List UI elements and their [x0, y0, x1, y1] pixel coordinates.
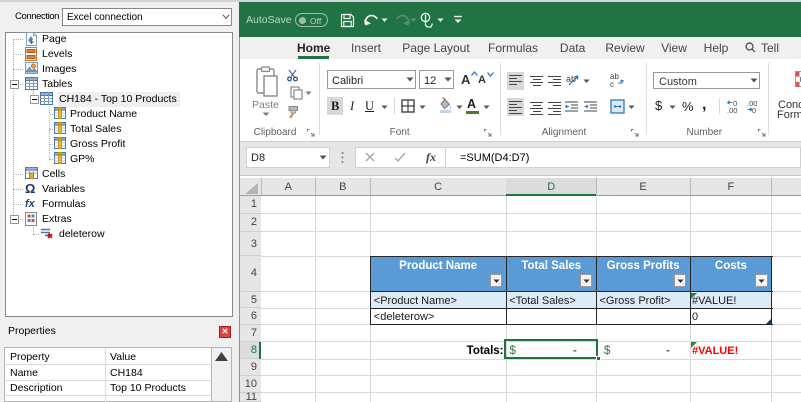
svg-text:.00: .00	[727, 106, 737, 113]
svg-text:0: 0	[752, 106, 756, 113]
svg-text:c: c	[610, 80, 614, 87]
